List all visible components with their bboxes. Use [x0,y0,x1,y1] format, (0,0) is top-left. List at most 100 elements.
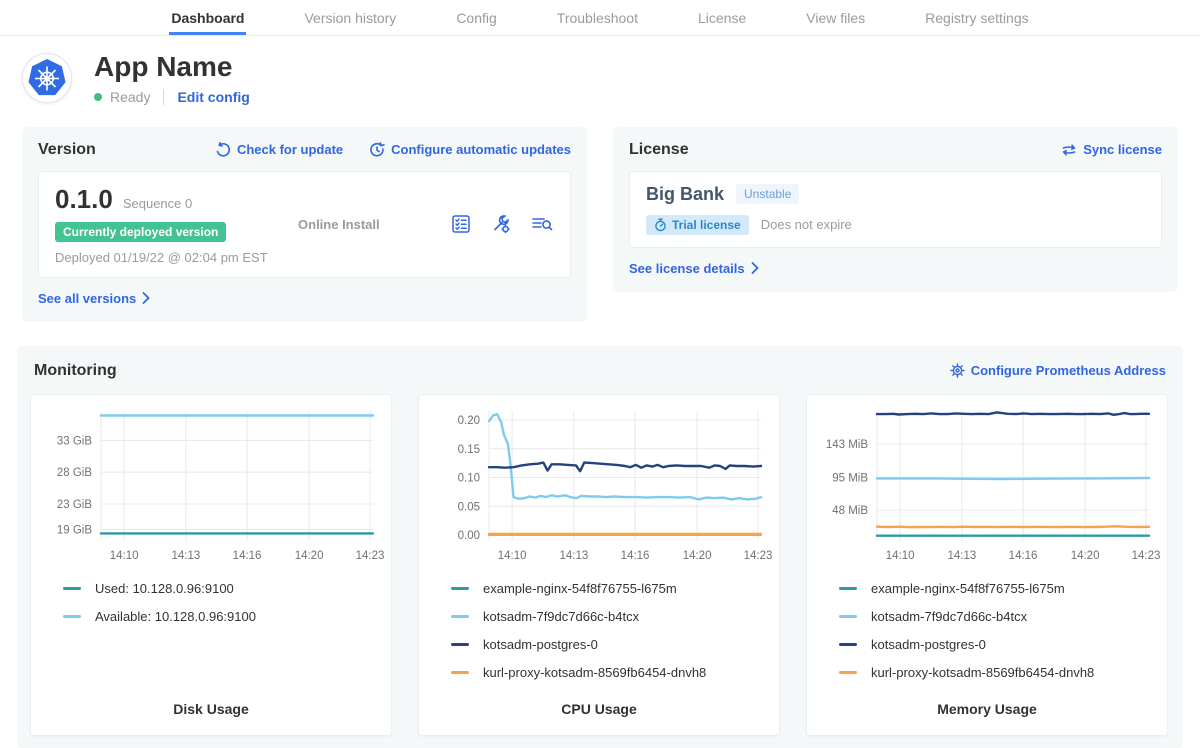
edit-config-wrench-icon[interactable] [490,213,512,235]
memory-usage-chart: 14:1014:1314:1614:2014:2348 MiB95 MiB143… [807,399,1169,567]
legend-item: Used: 10.128.0.96:9100 [63,581,391,596]
tab-registry-settings[interactable]: Registry settings [923,0,1030,35]
ready-status-dot [94,93,102,101]
svg-text:0.00: 0.00 [458,530,480,542]
app-status: Ready [110,89,150,105]
tab-view-files[interactable]: View files [804,0,867,35]
license-expiry: Does not expire [761,217,852,232]
tab-dashboard[interactable]: Dashboard [169,0,246,35]
chevron-right-icon [142,292,150,304]
chart-title: Disk Usage [31,701,391,717]
svg-text:95 MiB: 95 MiB [832,472,868,484]
tab-config[interactable]: Config [454,0,498,35]
edit-config-link[interactable]: Edit config [177,89,249,105]
legend-label: example-nginx-54f8f76755-l675m [483,581,677,596]
deployed-badge: Currently deployed version [55,222,226,242]
channel-badge: Unstable [736,184,799,204]
svg-text:14:10: 14:10 [110,550,139,562]
deployed-timestamp: Deployed 01/19/22 @ 02:04 pm EST [55,250,268,265]
legend-label: kotsadm-postgres-0 [483,637,598,652]
sync-arrows-icon [1061,143,1077,157]
see-all-versions-link[interactable]: See all versions [38,291,150,306]
legend-item: kotsadm-7f9dc7d66c-b4tcx [839,609,1167,624]
version-heading: Version [38,141,96,159]
legend-color-dash [63,587,81,590]
see-license-details-link[interactable]: See license details [629,261,759,276]
kubernetes-icon [27,58,67,98]
deploy-logs-icon[interactable] [530,213,554,235]
tab-troubleshoot[interactable]: Troubleshoot [555,0,640,35]
sync-license-link[interactable]: Sync license [1061,142,1162,157]
refresh-icon [215,142,231,158]
legend-color-dash [451,615,469,618]
configure-automatic-updates-link[interactable]: Configure automatic updates [369,142,571,158]
svg-text:0.05: 0.05 [458,501,480,513]
legend-color-dash [451,587,469,590]
svg-text:14:13: 14:13 [559,550,588,562]
chart-title: CPU Usage [419,701,779,717]
configure-prometheus-link[interactable]: Configure Prometheus Address [950,363,1166,378]
legend-color-dash [839,615,857,618]
svg-text:23 GiB: 23 GiB [57,499,92,511]
cpu-usage-chart-panel: 14:1014:1314:1614:2014:230.000.050.100.1… [418,394,780,736]
svg-text:14:13: 14:13 [171,550,200,562]
install-type: Online Install [298,217,380,232]
svg-text:14:13: 14:13 [947,550,976,562]
trial-license-badge: Trial license [646,215,749,235]
legend-color-dash [839,643,857,646]
disk-usage-chart-panel: 14:1014:1314:1614:2014:2319 GiB23 GiB28 … [30,394,392,736]
svg-text:48 MiB: 48 MiB [832,505,868,517]
svg-text:14:16: 14:16 [233,550,262,562]
top-nav: Dashboard Version history Config Trouble… [0,0,1200,36]
chevron-right-icon [751,262,759,274]
legend-label: kurl-proxy-kotsadm-8569fb6454-dnvh8 [483,665,706,680]
version-sequence: Sequence 0 [123,196,192,211]
svg-text:19 GiB: 19 GiB [57,524,92,536]
legend-color-dash [451,671,469,674]
svg-text:14:20: 14:20 [683,550,712,562]
svg-text:14:20: 14:20 [295,550,324,562]
svg-text:14:23: 14:23 [1132,550,1161,562]
svg-text:14:23: 14:23 [744,550,773,562]
legend-color-dash [63,615,81,618]
legend-item: Available: 10.128.0.96:9100 [63,609,391,624]
legend-item: kotsadm-postgres-0 [839,637,1167,652]
svg-text:14:10: 14:10 [498,550,527,562]
legend-color-dash [451,643,469,646]
monitoring-heading: Monitoring [34,362,117,380]
legend-label: Available: 10.128.0.96:9100 [95,609,256,624]
svg-text:14:20: 14:20 [1071,550,1100,562]
svg-text:143 MiB: 143 MiB [826,439,869,451]
stopwatch-icon [654,218,667,232]
disk-usage-chart: 14:1014:1314:1614:2014:2319 GiB23 GiB28 … [31,399,393,567]
legend-item: kurl-proxy-kotsadm-8569fb6454-dnvh8 [839,665,1167,680]
legend-label: kurl-proxy-kotsadm-8569fb6454-dnvh8 [871,665,1094,680]
page-title: App Name [94,52,250,83]
license-customer-name: Big Bank [646,184,724,205]
legend-color-dash [839,671,857,674]
svg-text:0.20: 0.20 [458,415,480,427]
legend-label: kotsadm-postgres-0 [871,637,986,652]
svg-text:14:10: 14:10 [886,550,915,562]
svg-text:14:16: 14:16 [621,550,650,562]
chart-title: Memory Usage [807,701,1167,717]
memory-usage-chart-panel: 14:1014:1314:1614:2014:2348 MiB95 MiB143… [806,394,1168,736]
legend-label: kotsadm-7f9dc7d66c-b4tcx [871,609,1027,624]
license-card: License Sync license Big Bank Unstable [613,127,1178,292]
legend-item: example-nginx-54f8f76755-l675m [839,581,1167,596]
divider [163,89,164,105]
legend-item: example-nginx-54f8f76755-l675m [451,581,779,596]
version-card: Version Check for update [22,127,587,322]
check-for-update-link[interactable]: Check for update [215,142,343,158]
tab-version-history[interactable]: Version history [302,0,398,35]
svg-text:0.10: 0.10 [458,472,480,484]
svg-text:28 GiB: 28 GiB [57,467,92,479]
app-logo [22,53,72,103]
legend-label: example-nginx-54f8f76755-l675m [871,581,1065,596]
legend-label: kotsadm-7f9dc7d66c-b4tcx [483,609,639,624]
cpu-usage-chart: 14:1014:1314:1614:2014:230.000.050.100.1… [419,399,781,567]
tab-license[interactable]: License [696,0,748,35]
preflight-checks-icon[interactable] [450,213,472,235]
monitoring-section: Monitoring Configure Prometheus Address [17,346,1183,748]
svg-text:33 GiB: 33 GiB [57,435,92,447]
